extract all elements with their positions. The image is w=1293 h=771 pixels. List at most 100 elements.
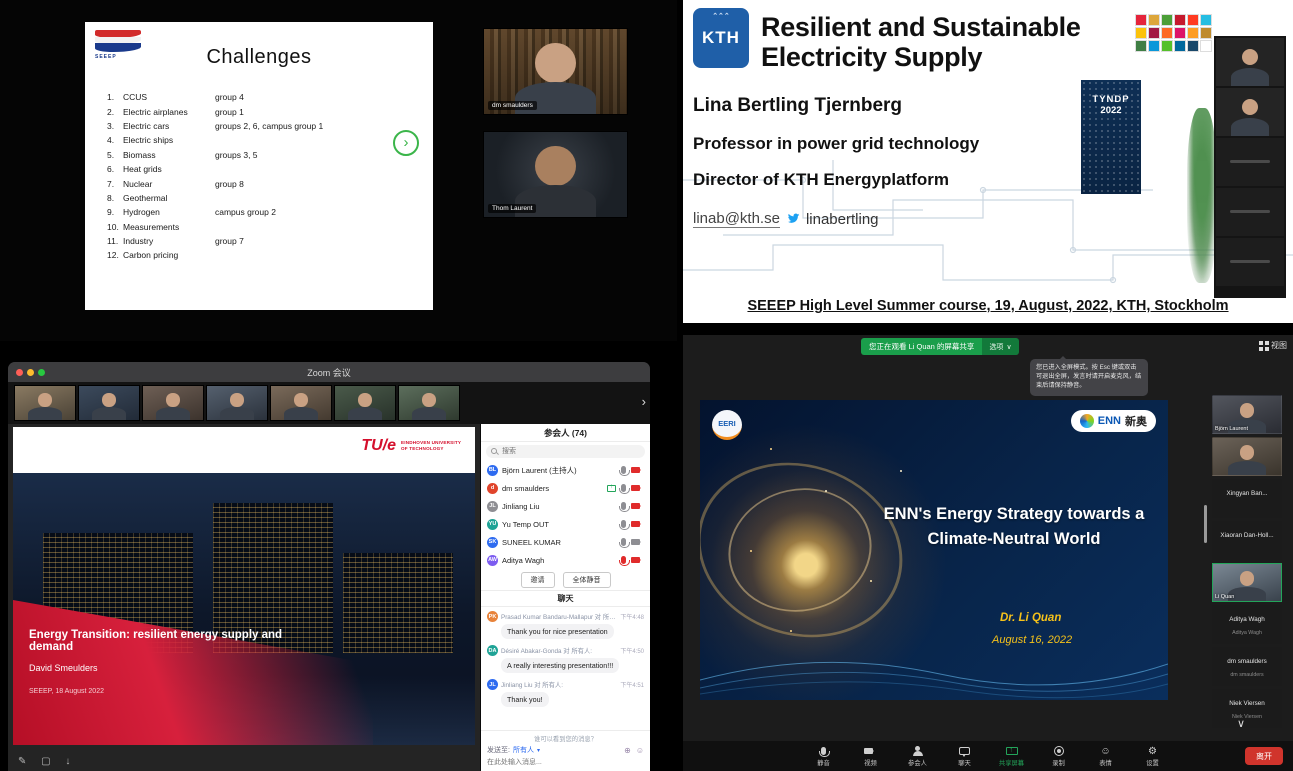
chevron-down-icon[interactable]: ▾: [537, 747, 540, 754]
slide-title: Resilient and Sustainable Electricity Su…: [761, 12, 1081, 72]
view-label: 视图: [1271, 340, 1287, 351]
tue-logo: TU/e EINDHOVEN UNIVERSITY OF TECHNOLOGY: [361, 437, 465, 455]
search-input[interactable]: [486, 445, 645, 458]
view-button[interactable]: 视图: [1259, 340, 1287, 351]
participant-name: dm smaulders: [502, 484, 603, 493]
invite-button[interactable]: 邀请: [521, 572, 555, 588]
contact-row: linab@kth.se linabertling: [693, 210, 879, 228]
send-to-value[interactable]: 所有人: [513, 745, 534, 755]
participant-video-tile[interactable]: Björn Laurent: [1212, 395, 1282, 434]
mic-icon: [621, 520, 626, 528]
meeting-toolbar: 静音 视频 参会人 聊天 共享屏幕 录制 ☺: [683, 741, 1293, 771]
challenge-item: 5. Biomass groups 3, 5: [107, 148, 407, 162]
sdg-tile: [1200, 40, 1212, 52]
scrollbar-thumb[interactable]: [1204, 505, 1207, 543]
participant-video-tile[interactable]: Li Quan: [1212, 563, 1282, 602]
gallery-video-tile[interactable]: [270, 385, 332, 421]
emoji-icon[interactable]: ☺: [636, 746, 644, 755]
participant-video-tile[interactable]: [1216, 38, 1284, 86]
message-text: Thank you for nice presentation: [501, 624, 614, 639]
record-button[interactable]: 录制: [1044, 745, 1074, 767]
twitter-handle: linabertling: [806, 211, 879, 228]
participant-video-tile[interactable]: Xingyan Ban...: [1212, 479, 1282, 518]
participant-video-tile[interactable]: [1216, 88, 1284, 136]
settings-button[interactable]: ⚙ 设置: [1138, 745, 1168, 767]
gallery-video-tile[interactable]: [334, 385, 396, 421]
participant-video-tile[interactable]: [1212, 437, 1282, 476]
challenge-label: CCUS: [123, 92, 215, 102]
challenge-label: Biomass: [123, 150, 215, 160]
chat-button[interactable]: 聊天: [950, 745, 980, 767]
speaker-name: Dr. Li Quan: [1000, 612, 1061, 624]
participant-video-tile[interactable]: Xiaoran Dan-Holl...: [1212, 521, 1282, 560]
slide-title: Energy Transition: resilient energy supp…: [29, 629, 329, 653]
participant-row[interactable]: YU Yu Temp OUT: [481, 515, 650, 533]
record-icon: [1054, 746, 1064, 756]
attach-icon[interactable]: ⊕: [624, 746, 631, 755]
gallery-video-tile[interactable]: [78, 385, 140, 421]
participant-row[interactable]: AW Aditya Wagh: [481, 551, 650, 569]
slide-date: August 16, 2022: [992, 634, 1072, 646]
gallery-video-tile[interactable]: [142, 385, 204, 421]
participant-row[interactable]: SK SUNEEL KUMAR: [481, 533, 650, 551]
close-button[interactable]: [16, 369, 23, 376]
kth-title-slide-share: KTH Resilient and Sustainable Electricit…: [677, 0, 1293, 341]
participant-name: Björn Laurent (主持人): [502, 465, 617, 476]
minimize-button[interactable]: [27, 369, 34, 376]
participant-video-tile[interactable]: Niek Viersen Niek Viersen: [1212, 689, 1282, 728]
gallery-video-tile[interactable]: [398, 385, 460, 421]
challenge-label: Heat grids: [123, 164, 215, 174]
share-options-button[interactable]: 选项 ∨: [982, 338, 1018, 355]
mute-button[interactable]: 静音: [809, 745, 839, 767]
annotation-tools[interactable]: ✎ ▢ ↓: [18, 756, 76, 767]
participant-subname: Niek Viersen: [1213, 714, 1281, 720]
challenge-number: 2.: [107, 107, 123, 117]
challenge-group: groups 2, 6, campus group 1: [215, 121, 407, 131]
participant-row[interactable]: d dm smaulders: [481, 479, 650, 497]
participant-video-tile[interactable]: dm smaulders: [483, 28, 628, 115]
building-silhouette: [343, 553, 453, 653]
challenge-label: Electric ships: [123, 135, 215, 145]
participant-name: Aditya Wagh: [1213, 616, 1281, 624]
participant-video-tile[interactable]: Thom Laurent: [483, 131, 628, 218]
challenge-number: 3.: [107, 121, 123, 131]
participant-video-tile[interactable]: dm smaulders dm smaulders: [1212, 647, 1282, 686]
mute-all-button[interactable]: 全体静音: [563, 572, 611, 588]
person-silhouette: [143, 386, 203, 420]
participant-name-tile[interactable]: [1216, 138, 1284, 186]
participant-name-tile[interactable]: [1216, 238, 1284, 286]
gallery-next-arrow[interactable]: ›: [642, 394, 646, 409]
chat-privacy-notice: 谁可以看到您的消息？: [487, 734, 644, 743]
participant-name: dm smaulders: [1213, 658, 1281, 666]
person-silhouette: [1216, 88, 1284, 136]
zoom-button[interactable]: [38, 369, 45, 376]
gallery-video-tile[interactable]: [14, 385, 76, 421]
window-titlebar[interactable]: Zoom 会议: [8, 362, 650, 382]
more-participants-chevron[interactable]: ∨: [1237, 717, 1245, 730]
chat-message: PK Prasad Kumar Bandaru-Mallapur 对 所有人: …: [487, 611, 644, 639]
sdg-goals-grid: [1135, 14, 1212, 52]
leave-meeting-button[interactable]: 离开: [1245, 747, 1283, 765]
share-screen-button[interactable]: 共享屏幕: [997, 745, 1027, 767]
challenge-item: 9. Hydrogen campus group 2: [107, 205, 407, 219]
participant-row[interactable]: JL Jinliang Liu: [481, 497, 650, 515]
video-button[interactable]: 视频: [856, 745, 886, 767]
reactions-button[interactable]: ☺ 表情: [1091, 745, 1121, 767]
avatar: AW: [487, 555, 498, 566]
shared-screen-area: TU/e EINDHOVEN UNIVERSITY OF TECHNOLOGY …: [8, 424, 480, 771]
gallery-video-tile[interactable]: [206, 385, 268, 421]
chat-input[interactable]: [487, 757, 644, 768]
enn-logo: ENN 新奥: [1071, 410, 1156, 432]
message-sender: Prasad Kumar Bandaru-Mallapur 对 所有人:: [501, 612, 617, 621]
participant-row[interactable]: BL Björn Laurent (主持人): [481, 461, 650, 479]
gear-icon: ⚙: [1148, 745, 1157, 757]
participant-video-tile[interactable]: Aditya Wagh Aditya Wagh: [1212, 605, 1282, 644]
participants-button[interactable]: 参会人: [903, 745, 933, 767]
chat-composer: 谁可以看到您的消息？ 发送至: 所有人 ▾ ⊕ ☺: [481, 730, 650, 771]
challenge-label: Industry: [123, 236, 215, 246]
mic-icon: [621, 484, 626, 492]
participant-name-tag: dm smaulders: [488, 101, 537, 110]
share-screen-icon: [1006, 747, 1018, 755]
next-arrow-annotation: ›: [393, 130, 419, 156]
participant-name-tile[interactable]: [1216, 188, 1284, 236]
